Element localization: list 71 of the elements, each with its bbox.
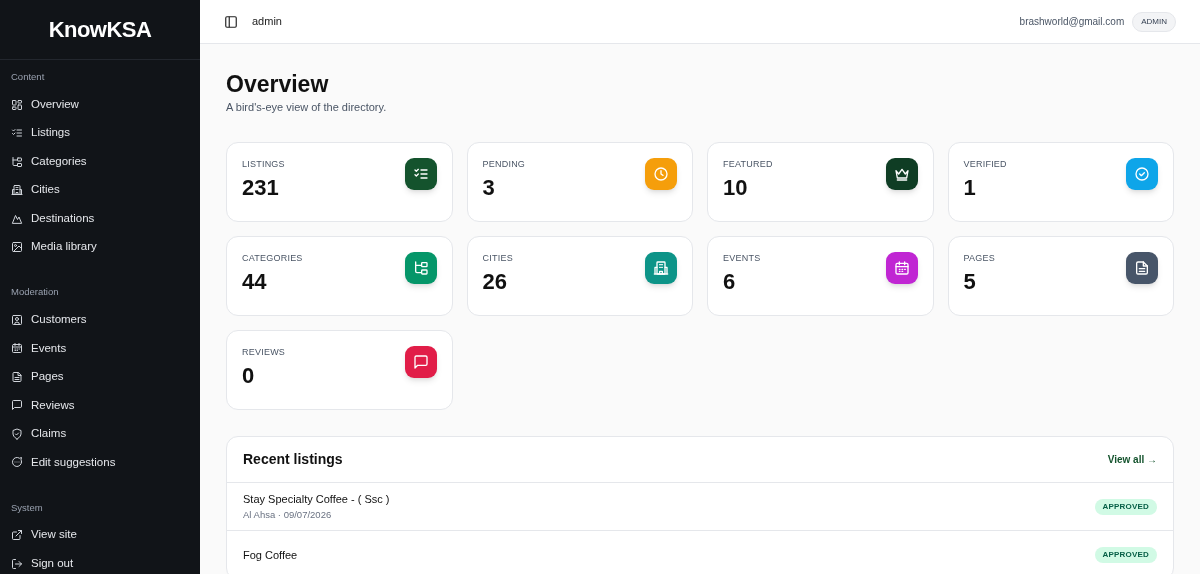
nav-item[interactable]: Overview xyxy=(4,90,196,119)
stat-label: REVIEWS xyxy=(242,346,286,360)
logo: KnowKSA xyxy=(48,16,152,44)
nav-item[interactable]: Claims xyxy=(4,419,196,448)
role-badge: ADMIN xyxy=(1132,11,1176,32)
calendar-icon xyxy=(11,342,23,355)
stat-label: LISTINGS xyxy=(242,158,285,172)
stat-value: 26 xyxy=(482,267,508,296)
shield-icon xyxy=(11,427,23,440)
page-subtitle: A bird's-eye view of the directory. xyxy=(226,99,388,115)
building-icon xyxy=(11,184,23,196)
external-link-icon xyxy=(11,529,23,541)
page-title: Overview xyxy=(226,70,330,99)
stat-label: VERIFIED xyxy=(963,158,1007,172)
sidebar-toggle-icon[interactable] xyxy=(224,14,238,29)
nav-item[interactable]: Reviews xyxy=(4,391,196,420)
nav-section-title: Content xyxy=(10,70,46,84)
nav-item[interactable]: Pages xyxy=(4,362,196,391)
stat-value: 5 xyxy=(963,267,977,296)
nav-item[interactable]: Edit suggestions xyxy=(4,448,196,477)
listing-meta: Al Ahsa · 09/07/2026 xyxy=(243,507,333,522)
nav-item[interactable]: Events xyxy=(4,334,196,363)
sign-out-icon xyxy=(11,557,23,570)
panel-title: Recent listings xyxy=(243,450,343,470)
nav-item[interactable]: Listings xyxy=(4,118,196,148)
nav-item[interactable]: Cities xyxy=(4,175,196,205)
nav-item[interactable]: Categories xyxy=(4,147,196,176)
building-icon xyxy=(653,260,669,277)
stat-label: EVENTS xyxy=(723,252,761,266)
listing-name: Stay Specialty Coffee - ( Ssc ) xyxy=(243,492,390,508)
user-icon xyxy=(11,313,23,326)
stat-value: 44 xyxy=(242,267,268,296)
view-all-link[interactable]: View all → xyxy=(1107,452,1157,468)
stat-value: 3 xyxy=(482,173,496,202)
stat-value: 10 xyxy=(723,173,749,202)
nav-item[interactable]: Media library xyxy=(4,232,196,262)
clock-icon xyxy=(653,166,669,183)
nav-item[interactable]: Customers xyxy=(4,305,196,334)
status-badge: APPROVED xyxy=(1094,498,1157,515)
user-email: brashworld@gmail.com xyxy=(1019,15,1125,29)
tree-icon xyxy=(11,155,23,168)
stat-label: CATEGORIES xyxy=(242,252,303,266)
stat-label: CITIES xyxy=(482,252,513,266)
stat-value: 231 xyxy=(242,173,280,202)
nav-item[interactable]: Sign out xyxy=(4,549,196,574)
calendar-icon xyxy=(893,260,910,277)
crown-icon xyxy=(893,166,910,183)
stat-label: FEATURED xyxy=(723,158,773,172)
stat-label: PAGES xyxy=(963,252,995,266)
breadcrumb: admin xyxy=(252,14,282,30)
image-icon xyxy=(11,241,23,253)
listing-name: Fog Coffee xyxy=(243,547,298,563)
checklist-icon xyxy=(11,127,23,139)
message-icon xyxy=(11,399,23,412)
nav-item[interactable]: Destinations xyxy=(4,204,196,233)
nav-item[interactable]: View site xyxy=(4,520,196,550)
message-icon xyxy=(412,354,429,371)
document-icon xyxy=(1134,260,1150,277)
chat-icon xyxy=(11,456,23,469)
mountain-icon xyxy=(11,212,23,225)
nav-section-title: Moderation xyxy=(10,285,60,300)
check-badge-icon xyxy=(1134,166,1150,183)
document-icon xyxy=(11,370,23,383)
stat-value: 1 xyxy=(963,173,977,202)
stat-label: PENDING xyxy=(482,158,526,172)
grid-icon xyxy=(11,98,23,111)
status-badge: APPROVED xyxy=(1094,546,1157,563)
nav-section-title: System xyxy=(10,500,44,515)
stat-value: 6 xyxy=(723,267,737,296)
stat-value: 0 xyxy=(242,361,256,390)
tree-icon xyxy=(412,260,429,277)
